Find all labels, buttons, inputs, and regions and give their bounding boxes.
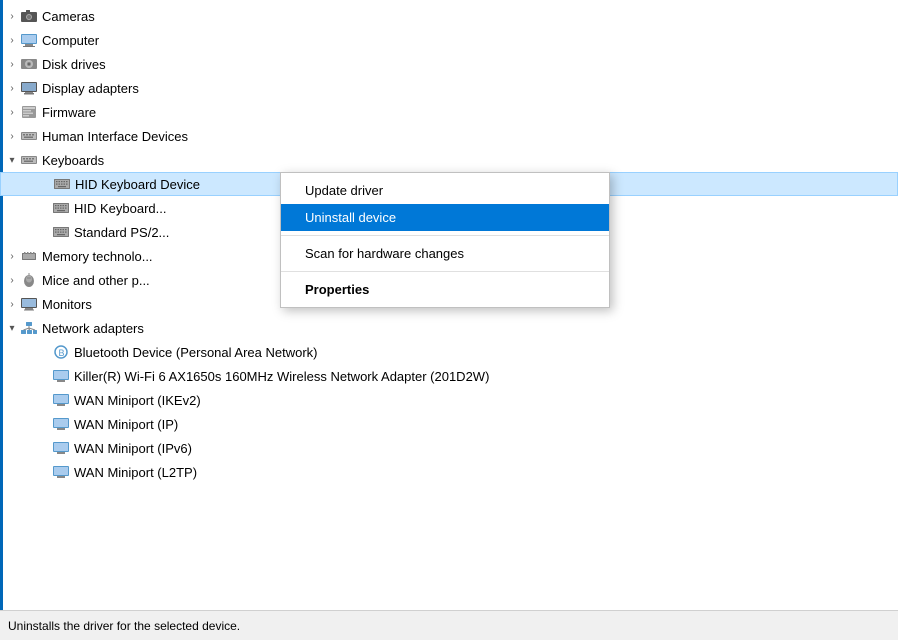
tree-item-cameras[interactable]: Cameras bbox=[0, 4, 898, 28]
keyboards-icon bbox=[20, 153, 38, 167]
monitors-label: Monitors bbox=[42, 297, 92, 312]
disk-drives-label: Disk drives bbox=[42, 57, 106, 72]
expand-arrow-monitors[interactable] bbox=[4, 296, 20, 312]
keyboards-label: Keyboards bbox=[42, 153, 104, 168]
svg-text:B: B bbox=[59, 348, 65, 358]
killer-wifi-label: Killer(R) Wi-Fi 6 AX1650s 160MHz Wireles… bbox=[74, 369, 489, 384]
tree-item-disk-drives[interactable]: Disk drives bbox=[0, 52, 898, 76]
wan-ikev2-label: WAN Miniport (IKEv2) bbox=[74, 393, 201, 408]
memory-label: Memory technolo... bbox=[42, 249, 153, 264]
expand-arrow-display[interactable] bbox=[4, 80, 20, 96]
status-bar: Uninstalls the driver for the selected d… bbox=[0, 610, 898, 640]
main-area: Cameras Computer bbox=[0, 0, 898, 610]
monitor-icon bbox=[20, 297, 38, 311]
bluetooth-label: Bluetooth Device (Personal Area Network) bbox=[74, 345, 318, 360]
firmware-icon bbox=[20, 105, 38, 119]
wan-l2tp-icon bbox=[52, 465, 70, 479]
context-menu-divider1 bbox=[281, 235, 609, 236]
firmware-label: Firmware bbox=[42, 105, 96, 120]
network-icon bbox=[20, 321, 38, 335]
tree-item-bluetooth[interactable]: B Bluetooth Device (Personal Area Networ… bbox=[0, 340, 898, 364]
tree-item-display-adapters[interactable]: Display adapters bbox=[0, 76, 898, 100]
hid-label: Human Interface Devices bbox=[42, 129, 188, 144]
display-icon bbox=[20, 81, 38, 95]
standard-ps2-label: Standard PS/2... bbox=[74, 225, 169, 240]
kbd-device-icon bbox=[53, 177, 71, 191]
computer-icon bbox=[20, 33, 38, 47]
context-menu: Update driver Uninstall device Scan for … bbox=[280, 172, 610, 308]
tree-item-wan-l2tp[interactable]: WAN Miniport (L2TP) bbox=[0, 460, 898, 484]
mice-icon bbox=[20, 273, 38, 287]
display-adapters-label: Display adapters bbox=[42, 81, 139, 96]
network-adapters-label: Network adapters bbox=[42, 321, 144, 336]
expand-arrow-hid[interactable] bbox=[4, 128, 20, 144]
uninstall-device-item[interactable]: Uninstall device bbox=[281, 204, 609, 231]
wan-ip-label: WAN Miniport (IP) bbox=[74, 417, 178, 432]
tree-item-hid[interactable]: Human Interface Devices bbox=[0, 124, 898, 148]
wifi-icon bbox=[52, 369, 70, 383]
tree-item-wan-ikev2[interactable]: WAN Miniport (IKEv2) bbox=[0, 388, 898, 412]
hid-keyboard-device-label: HID Keyboard Device bbox=[75, 177, 200, 192]
expand-arrow-network[interactable] bbox=[4, 320, 20, 336]
ps2-icon bbox=[52, 225, 70, 239]
tree-item-computer[interactable]: Computer bbox=[0, 28, 898, 52]
wan-ip-icon bbox=[52, 417, 70, 431]
tree-item-wan-ipv6[interactable]: WAN Miniport (IPv6) bbox=[0, 436, 898, 460]
tree-item-network-adapters[interactable]: Network adapters bbox=[0, 316, 898, 340]
device-manager: Cameras Computer bbox=[0, 0, 898, 610]
expand-arrow-memory[interactable] bbox=[4, 248, 20, 264]
memory-icon bbox=[20, 249, 38, 263]
expand-arrow-cameras[interactable] bbox=[4, 8, 20, 24]
context-menu-divider2 bbox=[281, 271, 609, 272]
disk-icon bbox=[20, 57, 38, 71]
tree-item-firmware[interactable]: Firmware bbox=[0, 100, 898, 124]
tree-item-wan-ip[interactable]: WAN Miniport (IP) bbox=[0, 412, 898, 436]
status-text: Uninstalls the driver for the selected d… bbox=[8, 619, 240, 633]
expand-arrow-mice[interactable] bbox=[4, 272, 20, 288]
cameras-label: Cameras bbox=[42, 9, 95, 24]
hid-icon bbox=[20, 129, 38, 143]
tree-item-keyboards[interactable]: Keyboards bbox=[0, 148, 898, 172]
mice-label: Mice and other p... bbox=[42, 273, 150, 288]
tree-item-killer-wifi[interactable]: Killer(R) Wi-Fi 6 AX1650s 160MHz Wireles… bbox=[0, 364, 898, 388]
computer-label: Computer bbox=[42, 33, 99, 48]
scan-hardware-item[interactable]: Scan for hardware changes bbox=[281, 240, 609, 267]
expand-arrow-firmware[interactable] bbox=[4, 104, 20, 120]
update-driver-item[interactable]: Update driver bbox=[281, 177, 609, 204]
bluetooth-icon: B bbox=[52, 345, 70, 359]
hid-keyboard-2-label: HID Keyboard... bbox=[74, 201, 167, 216]
wan-ikev2-icon bbox=[52, 393, 70, 407]
expand-arrow-disk[interactable] bbox=[4, 56, 20, 72]
expand-arrow-keyboards[interactable] bbox=[4, 152, 20, 168]
kbd-device2-icon bbox=[52, 201, 70, 215]
wan-ipv6-icon bbox=[52, 441, 70, 455]
properties-item[interactable]: Properties bbox=[281, 276, 609, 303]
wan-l2tp-label: WAN Miniport (L2TP) bbox=[74, 465, 197, 480]
camera-icon bbox=[20, 9, 38, 23]
expand-arrow-computer[interactable] bbox=[4, 32, 20, 48]
wan-ipv6-label: WAN Miniport (IPv6) bbox=[74, 441, 192, 456]
